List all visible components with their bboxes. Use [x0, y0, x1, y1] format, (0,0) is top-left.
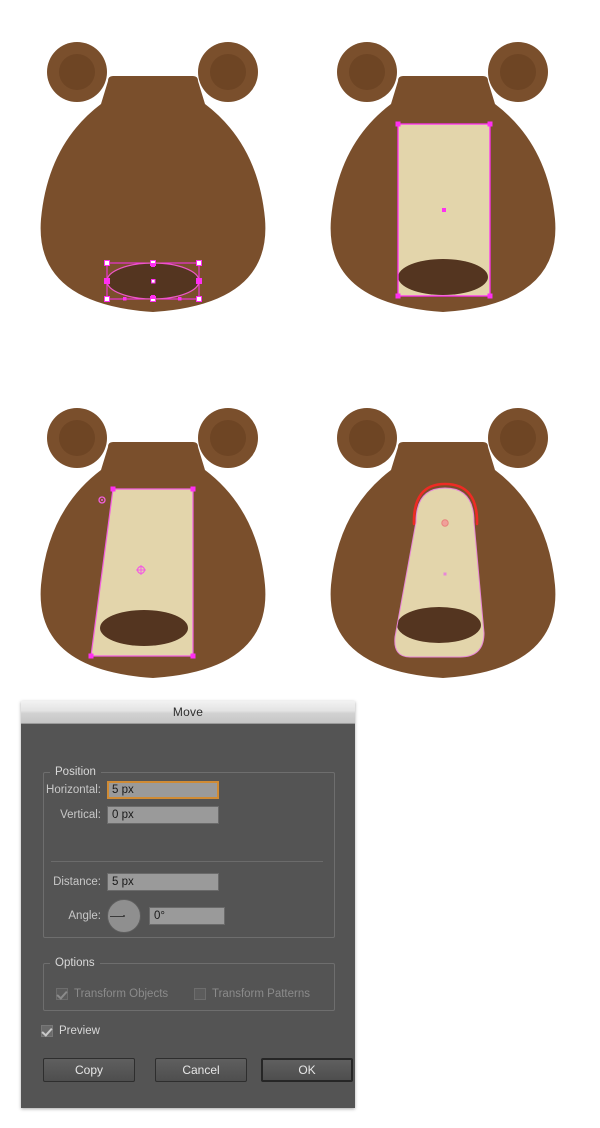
nose-ellipse: [100, 610, 188, 646]
transform-objects-label: Transform Objects: [74, 988, 169, 1000]
angle-input[interactable]: [149, 907, 225, 925]
right-ear-inner: [500, 54, 536, 90]
tutorial-step-1: [10, 14, 300, 344]
bear-head-step-1-svg: [40, 42, 266, 312]
left-ear-inner: [349, 54, 385, 90]
transform-patterns-checkbox-row[interactable]: Transform Patterns: [194, 988, 310, 1000]
move-dialog: Move Position Horizontal: Vertical: Dist…: [21, 701, 355, 1108]
preview-label: Preview: [59, 1025, 100, 1037]
tutorial-step-3: [10, 380, 300, 710]
right-ear-inner: [210, 54, 246, 90]
transform-objects-checkbox-row[interactable]: Transform Objects: [56, 988, 168, 1000]
tutorial-step-4: [300, 380, 590, 710]
bear-head-step-4-svg: [330, 408, 556, 678]
horizontal-label: Horizontal:: [46, 784, 101, 796]
transform-patterns-checkbox-icon[interactable]: [194, 988, 206, 1000]
dialog-titlebar[interactable]: Move: [21, 701, 355, 724]
preview-checkbox-icon[interactable]: [41, 1025, 53, 1037]
dialog-title: Move: [172, 705, 204, 719]
angle-field-row: Angle:: [29, 897, 225, 935]
bear-head-step-2-svg: [330, 42, 556, 312]
position-group-legend: Position: [55, 766, 96, 778]
nose-ellipse: [398, 259, 488, 295]
preview-checkbox-row[interactable]: Preview: [41, 1025, 100, 1037]
tutorial-step-2: [300, 14, 590, 344]
options-group: Options Transform Objects Transform Patt…: [43, 957, 335, 1011]
right-ear-inner: [500, 420, 536, 456]
horizontal-input[interactable]: [107, 781, 219, 799]
ok-button[interactable]: OK: [261, 1058, 353, 1082]
angle-dial-center: [123, 915, 125, 917]
vertical-field-row: Vertical:: [29, 805, 219, 825]
distance-field-row: Distance:: [29, 872, 219, 892]
distance-input[interactable]: [107, 873, 219, 891]
horizontal-field-row: Horizontal:: [29, 780, 219, 800]
dialog-button-row: Copy Cancel OK: [43, 1058, 353, 1082]
dialog-body: Position Horizontal: Vertical: Distance:…: [21, 724, 355, 1109]
transform-objects-checkbox-icon[interactable]: [56, 988, 68, 1000]
vertical-label: Vertical:: [60, 809, 101, 821]
copy-button[interactable]: Copy: [43, 1058, 135, 1082]
right-ear-inner: [210, 420, 246, 456]
nose-ellipse: [397, 607, 481, 643]
angle-dial-control[interactable]: [107, 899, 141, 933]
transform-patterns-label: Transform Patterns: [212, 988, 310, 1000]
distance-label: Distance:: [53, 876, 101, 888]
left-ear-inner: [349, 420, 385, 456]
arc-anchor-point[interactable]: [441, 519, 449, 527]
cancel-button[interactable]: Cancel: [155, 1058, 247, 1082]
angle-label: Angle:: [68, 910, 101, 922]
center-point: [443, 572, 447, 576]
angle-dial-needle: [110, 916, 124, 917]
position-group-divider: [51, 861, 323, 862]
skew-origin-dot: [101, 499, 103, 501]
bear-head-step-3-svg: [40, 408, 266, 678]
center-point: [442, 208, 446, 212]
left-ear-inner: [59, 420, 95, 456]
center-point: [151, 279, 156, 284]
left-ear-inner: [59, 54, 95, 90]
vertical-input[interactable]: [107, 806, 219, 824]
options-group-legend: Options: [55, 957, 95, 969]
